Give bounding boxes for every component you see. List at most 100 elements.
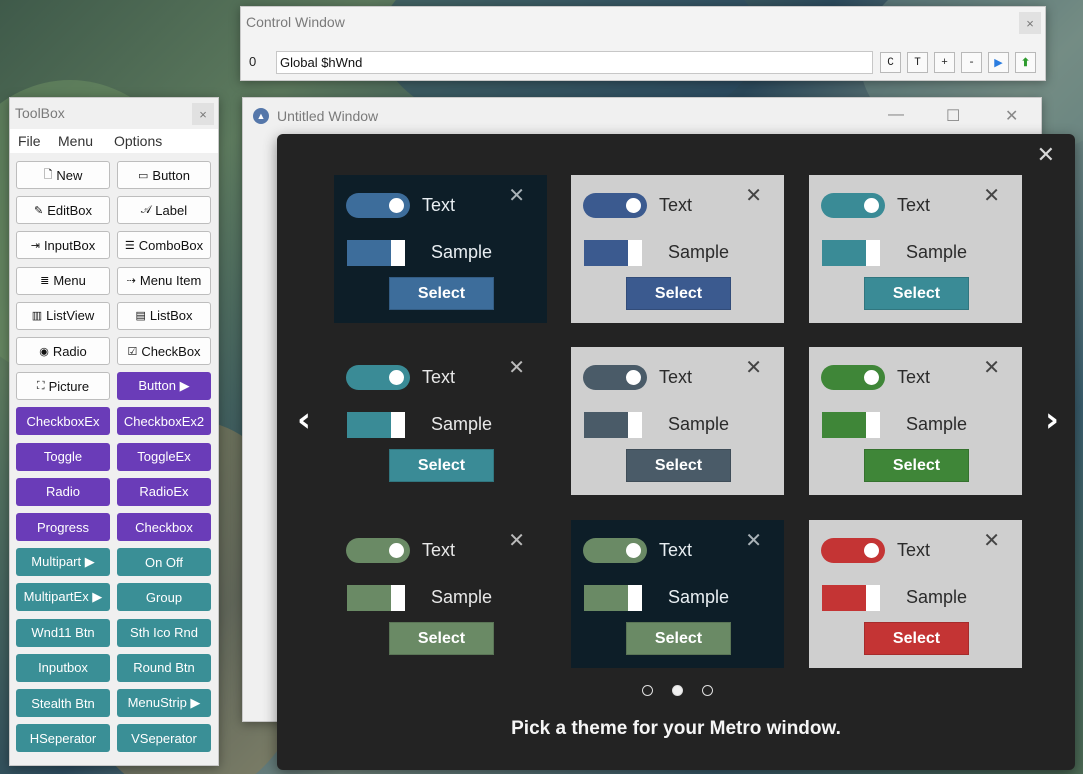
toolbox-button[interactable]: ⛶ Picture xyxy=(16,372,110,401)
theme-tile[interactable]: Text ✕ Sample Select xyxy=(334,347,547,495)
toggle-switch[interactable] xyxy=(583,193,647,218)
minimize-icon[interactable]: — xyxy=(888,106,904,124)
toggle-switch[interactable] xyxy=(821,193,885,218)
minus-button[interactable]: - xyxy=(961,52,982,73)
color-swatch xyxy=(347,412,405,438)
theme-tile[interactable]: Text ✕ Sample Select xyxy=(334,175,547,323)
close-icon[interactable]: ✕ xyxy=(1005,106,1018,126)
close-icon[interactable]: ✕ xyxy=(1037,142,1055,168)
close-icon[interactable]: ✕ xyxy=(745,528,762,552)
pager-dot-active[interactable] xyxy=(672,685,683,696)
toolbox-button[interactable]: VSeperator xyxy=(117,724,211,753)
toolbox-button[interactable]: ⇥ InputBox xyxy=(16,231,110,260)
toolbox-button[interactable]: Checkbox xyxy=(117,513,211,541)
toolbox-button[interactable]: ToggleEx xyxy=(117,442,211,471)
select-button[interactable]: Select xyxy=(864,449,969,482)
close-icon[interactable]: × xyxy=(192,103,214,125)
color-swatch xyxy=(584,585,642,611)
menu-file[interactable]: File xyxy=(18,133,41,149)
toolbox-button[interactable]: Stealth Btn xyxy=(16,689,110,717)
toolbox-button[interactable]: RadioEx xyxy=(117,477,211,506)
select-button[interactable]: Select xyxy=(626,277,731,310)
tile-sample: Sample xyxy=(668,414,730,434)
toolbox-button[interactable]: ▭ Button xyxy=(117,161,211,189)
select-button[interactable]: Select xyxy=(389,449,494,482)
select-button[interactable]: Select xyxy=(864,622,969,655)
toggle-switch[interactable] xyxy=(346,365,410,390)
close-icon[interactable]: ✕ xyxy=(745,355,762,379)
c-button[interactable]: C xyxy=(880,52,901,73)
toolbox-button[interactable]: ☰ ComboBox xyxy=(117,231,211,260)
close-icon[interactable]: ✕ xyxy=(983,183,1000,207)
theme-tile[interactable]: Text ✕ Sample Select xyxy=(334,520,547,668)
select-button[interactable]: Select xyxy=(626,449,731,482)
toolbox-button[interactable]: Multipart ▶ xyxy=(16,548,110,577)
select-button[interactable]: Select xyxy=(389,622,494,655)
toolbox-button[interactable]: ▤ ListBox xyxy=(117,301,211,330)
toolbox-button[interactable]: Toggle xyxy=(16,442,110,471)
close-icon[interactable]: ✕ xyxy=(508,183,525,207)
toolbox-button[interactable]: ◉ Radio xyxy=(16,337,110,365)
toolbox-button[interactable]: MenuStrip ▶ xyxy=(117,689,211,717)
play-icon[interactable]: ▶ xyxy=(988,52,1009,73)
theme-tile[interactable]: Text ✕ Sample Select xyxy=(571,175,784,323)
toggle-switch[interactable] xyxy=(346,193,410,218)
toolbox-button[interactable]: Progress xyxy=(16,513,110,541)
toolbox-button[interactable]: ⇢ Menu Item xyxy=(117,266,211,295)
toggle-switch[interactable] xyxy=(821,365,885,390)
theme-tile[interactable]: Text ✕ Sample Select xyxy=(809,175,1022,323)
pager-dot[interactable] xyxy=(702,685,713,696)
close-icon[interactable]: ✕ xyxy=(983,528,1000,552)
toggle-switch[interactable] xyxy=(583,365,647,390)
toolbox-button[interactable]: Sth Ico Rnd xyxy=(117,618,211,647)
toolbox-button[interactable]: ✎ EditBox xyxy=(16,196,110,225)
select-button[interactable]: Select xyxy=(864,277,969,310)
toolbox-button-label: Menu Item xyxy=(139,273,202,289)
toolbox-button[interactable]: On Off xyxy=(117,548,211,577)
tool-icon: ≣ xyxy=(40,275,50,288)
theme-tile[interactable]: Text ✕ Sample Select xyxy=(571,347,784,495)
toolbox-button[interactable]: Radio xyxy=(16,477,110,506)
toolbox-button[interactable]: ☑ CheckBox xyxy=(117,337,211,365)
toolbox-button[interactable]: Button ▶ xyxy=(117,372,211,401)
toggle-switch[interactable] xyxy=(583,538,647,563)
toolbox-button[interactable]: Round Btn xyxy=(117,653,211,682)
up-arrow-icon[interactable]: ⬆ xyxy=(1015,52,1036,73)
theme-tile[interactable]: Text ✕ Sample Select xyxy=(809,520,1022,668)
toolbox-button[interactable]: CheckboxEx xyxy=(16,407,110,436)
select-button[interactable]: Select xyxy=(626,622,731,655)
toolbox-button[interactable]: ▥ ListView xyxy=(16,301,110,330)
theme-tile[interactable]: Text ✕ Sample Select xyxy=(809,347,1022,495)
select-button[interactable]: Select xyxy=(389,277,494,310)
maximize-icon[interactable]: ☐ xyxy=(946,106,960,126)
toolbox-button[interactable]: Inputbox xyxy=(16,653,110,682)
close-icon[interactable]: ✕ xyxy=(508,528,525,552)
toolbox-button[interactable]: Group xyxy=(117,583,211,612)
chevron-right-icon[interactable]: › xyxy=(1045,400,1059,440)
close-icon[interactable]: ✕ xyxy=(983,355,1000,379)
toolbox-button[interactable]: 𝒜 Label xyxy=(117,196,211,225)
tile-text: Text xyxy=(422,540,456,560)
toolbox-button[interactable]: HSeperator xyxy=(16,724,110,753)
close-icon[interactable]: ✕ xyxy=(508,355,525,379)
t-button[interactable]: T xyxy=(907,52,928,73)
toggle-switch[interactable] xyxy=(346,538,410,563)
toolbox-button[interactable]: Wnd11 Btn xyxy=(16,618,110,647)
variable-input[interactable] xyxy=(276,51,873,74)
control-window-title: Control Window xyxy=(246,14,345,30)
menu-options[interactable]: Options xyxy=(114,133,162,149)
pager-dot[interactable] xyxy=(642,685,653,696)
toggle-switch[interactable] xyxy=(821,538,885,563)
toolbox-button[interactable]: ≣ Menu xyxy=(16,266,110,295)
toolbox-button[interactable]: MultipartEx ▶ xyxy=(16,583,110,612)
toolbox-button-label: Group xyxy=(145,589,183,605)
toolbox-button[interactable]: 🗋 New xyxy=(16,161,110,189)
chevron-left-icon[interactable]: ‹ xyxy=(297,400,311,440)
theme-tile[interactable]: Text ✕ Sample Select xyxy=(571,520,784,668)
menu-menu[interactable]: Menu xyxy=(58,133,93,149)
toolbox-button[interactable]: CheckboxEx2 xyxy=(117,407,211,436)
close-icon[interactable]: ✕ xyxy=(745,183,762,207)
toolbox-button-label: HSeperator xyxy=(29,730,97,746)
plus-button[interactable]: + xyxy=(934,52,955,73)
close-icon[interactable]: × xyxy=(1019,12,1041,34)
